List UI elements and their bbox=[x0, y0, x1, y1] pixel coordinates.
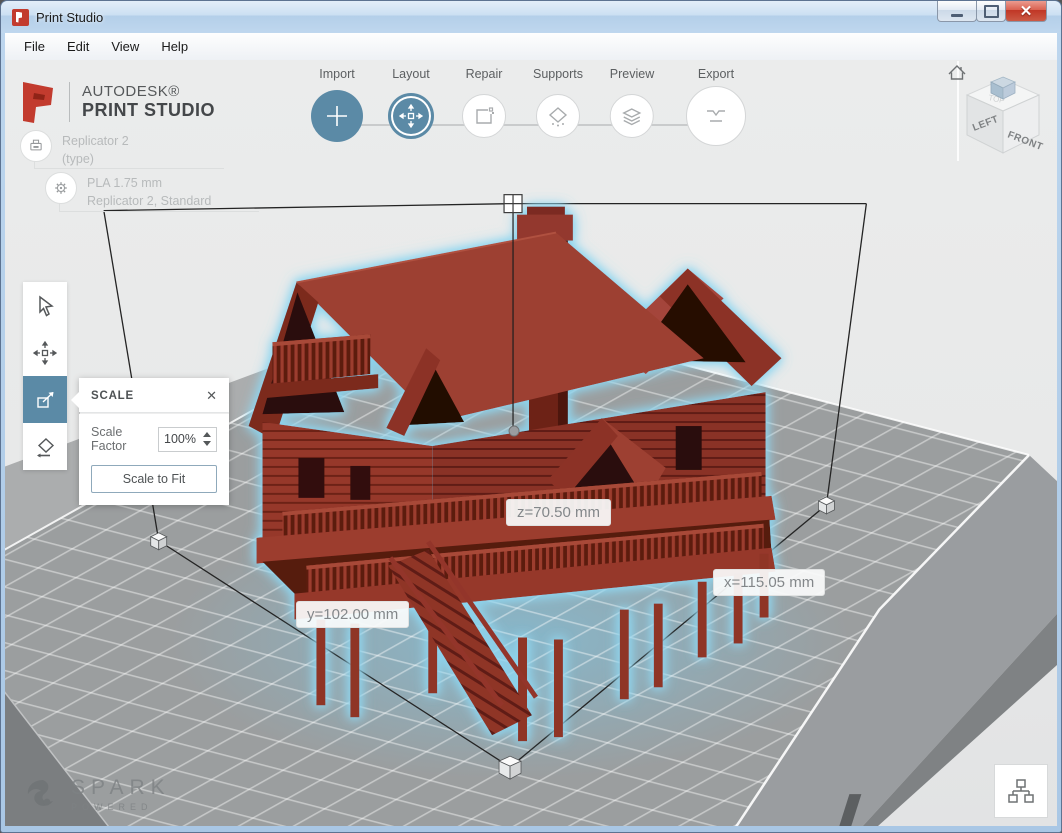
step-layout-label: Layout bbox=[392, 67, 430, 81]
spark-name: SPARK bbox=[71, 776, 171, 800]
home-icon[interactable] bbox=[949, 66, 965, 79]
spark-logo: SPARK POWERED bbox=[23, 775, 171, 813]
hierarchy-icon bbox=[1006, 776, 1036, 806]
panel-pointer bbox=[71, 392, 79, 408]
dimension-y-label: y=102.00 mm bbox=[296, 601, 409, 628]
rotate-tool[interactable] bbox=[23, 423, 67, 470]
corner-handle-left[interactable] bbox=[151, 533, 167, 550]
corner-handle-right[interactable] bbox=[818, 497, 834, 514]
spark-icon bbox=[23, 775, 61, 813]
step-supports[interactable]: Supports bbox=[533, 67, 583, 138]
brand-block: AUTODESK® PRINT STUDIO bbox=[19, 79, 215, 125]
dimension-z-label: z=70.50 mm bbox=[506, 499, 611, 526]
repair-icon bbox=[472, 104, 496, 128]
view-cube-body[interactable]: TOP LEFT FRONT bbox=[967, 77, 1044, 153]
menu-file[interactable]: File bbox=[13, 35, 56, 58]
tree-connector bbox=[59, 211, 259, 212]
scale-panel: SCALE ✕ Scale Factor Scale to Fit bbox=[79, 378, 229, 505]
plus-icon bbox=[324, 103, 350, 129]
title-bar[interactable]: Print Studio ✕ bbox=[1, 1, 1061, 33]
step-layout[interactable]: Layout bbox=[388, 67, 434, 139]
scale-icon bbox=[33, 388, 57, 412]
step-export[interactable]: Export bbox=[686, 67, 746, 146]
printer-icon bbox=[27, 137, 45, 155]
printer-name: Replicator 2 bbox=[62, 132, 129, 150]
top-scale-handle[interactable] bbox=[504, 195, 522, 213]
supports-icon bbox=[546, 104, 570, 128]
menu-view[interactable]: View bbox=[100, 35, 150, 58]
dimension-x-label: x=115.05 mm bbox=[713, 569, 825, 596]
step-export-label: Export bbox=[698, 67, 734, 81]
select-tool[interactable] bbox=[23, 282, 67, 329]
cursor-icon bbox=[33, 294, 57, 318]
brand-autodesk: AUTODESK® bbox=[82, 83, 215, 100]
rotate-icon bbox=[33, 435, 57, 459]
close-button[interactable]: ✕ bbox=[1005, 1, 1047, 22]
stepper-down-icon[interactable] bbox=[203, 441, 211, 446]
printstudio-logo-icon bbox=[19, 79, 59, 125]
scale-to-fit-button[interactable]: Scale to Fit bbox=[91, 465, 217, 493]
stepper-up-icon[interactable] bbox=[203, 432, 211, 437]
brand-product: PRINT STUDIO bbox=[82, 100, 215, 121]
scale-panel-title: SCALE bbox=[91, 390, 134, 402]
move-tool[interactable] bbox=[23, 329, 67, 376]
maximize-button[interactable] bbox=[976, 1, 1006, 22]
export-icon bbox=[702, 102, 730, 130]
step-import-label: Import bbox=[319, 67, 354, 81]
scale-tool[interactable] bbox=[23, 376, 67, 423]
maximize-icon bbox=[984, 5, 999, 18]
app-icon bbox=[12, 9, 29, 26]
window-title: Print Studio bbox=[36, 10, 103, 25]
minimize-icon bbox=[951, 14, 963, 17]
step-preview[interactable]: Preview bbox=[610, 67, 654, 138]
mid-handle[interactable] bbox=[509, 426, 519, 436]
scale-factor-label: Scale Factor bbox=[91, 425, 158, 453]
network-button[interactable] bbox=[994, 764, 1048, 818]
move-icon bbox=[33, 341, 57, 365]
spark-powered: POWERED bbox=[71, 802, 171, 812]
material-profile: Replicator 2, Standard bbox=[87, 192, 211, 210]
step-import[interactable]: Import bbox=[311, 67, 363, 142]
close-icon: ✕ bbox=[1020, 4, 1033, 19]
view-cube[interactable]: TOP LEFT FRONT bbox=[941, 57, 1059, 169]
gear-icon bbox=[52, 179, 70, 197]
panel-close-icon[interactable]: ✕ bbox=[206, 388, 217, 404]
menu-help[interactable]: Help bbox=[150, 35, 199, 58]
menu-edit[interactable]: Edit bbox=[56, 35, 100, 58]
move-icon bbox=[399, 104, 423, 128]
step-repair[interactable]: Repair bbox=[462, 67, 506, 138]
menu-bar: File Edit View Help bbox=[5, 33, 1057, 61]
material-selector[interactable]: PLA 1.75 mm Replicator 2, Standard bbox=[45, 172, 211, 210]
step-repair-label: Repair bbox=[466, 67, 503, 81]
app-window: Print Studio ✕ File Edit View Help bbox=[0, 0, 1062, 833]
scale-factor-input[interactable] bbox=[159, 431, 201, 447]
tool-palette bbox=[23, 282, 67, 470]
material-name: PLA 1.75 mm bbox=[87, 174, 211, 192]
printer-selector[interactable]: Replicator 2 (type) bbox=[20, 130, 129, 168]
step-supports-label: Supports bbox=[533, 67, 583, 81]
printer-type: (type) bbox=[62, 150, 129, 168]
scale-factor-stepper[interactable] bbox=[158, 427, 217, 452]
layers-icon bbox=[620, 104, 644, 128]
brand-divider bbox=[69, 82, 70, 122]
minimize-button[interactable] bbox=[937, 1, 977, 22]
step-preview-label: Preview bbox=[610, 67, 654, 81]
